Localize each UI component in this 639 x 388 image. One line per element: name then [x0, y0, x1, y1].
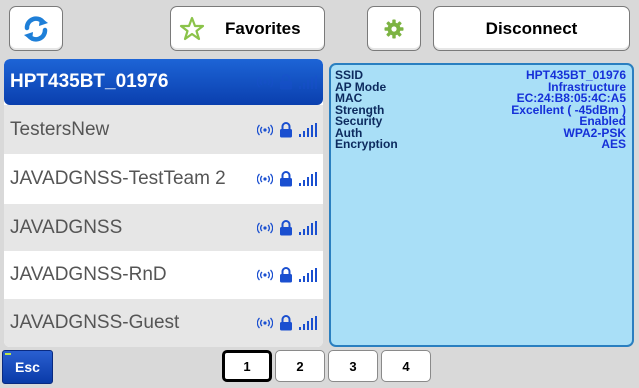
disconnect-button[interactable]: Disconnect — [433, 6, 630, 51]
esc-button[interactable]: Esc — [2, 350, 53, 384]
star-icon — [179, 16, 205, 42]
signal-bars-icon — [299, 316, 317, 330]
network-row[interactable]: JAVADGNSS-Guest — [4, 299, 323, 347]
page-label: 3 — [349, 358, 357, 374]
network-status-icons — [243, 171, 323, 187]
network-status-icons — [243, 74, 323, 90]
lock-icon — [279, 74, 293, 90]
lock-icon — [279, 267, 293, 283]
network-status-icons — [243, 219, 323, 236]
network-name: JAVADGNSS-RnD — [10, 264, 167, 285]
gear-icon — [384, 19, 404, 39]
signal-bars-icon — [299, 268, 317, 282]
network-status-icons — [243, 267, 323, 283]
favorites-label: Favorites — [225, 18, 301, 38]
wifi-broadcast-icon — [257, 222, 273, 234]
page-button-4[interactable]: 4 — [381, 350, 431, 382]
network-name: JAVADGNSS-TestTeam 2 — [10, 168, 226, 189]
network-row[interactable]: JAVADGNSS-TestTeam 2 — [4, 154, 323, 204]
disconnect-label: Disconnect — [485, 18, 578, 38]
network-list: HPT435BT_01976 TestersNew JAVADGNSS-Test… — [4, 59, 323, 347]
signal-bars-icon — [299, 220, 317, 235]
wifi-broadcast-icon — [257, 76, 273, 88]
signal-bars-icon — [299, 75, 317, 89]
lock-icon — [279, 219, 293, 236]
network-details-panel: SSID HPT435BT_01976 AP Mode Infrastructu… — [329, 63, 634, 347]
network-name: JAVADGNSS-Guest — [10, 312, 180, 333]
encryption-value: AES — [601, 137, 626, 151]
network-name: HPT435BT_01976 — [10, 71, 169, 92]
network-status-icons — [243, 315, 323, 331]
signal-bars-icon — [299, 122, 317, 137]
page-button-1[interactable]: 1 — [222, 350, 272, 382]
esc-label: Esc — [15, 359, 40, 375]
network-row[interactable]: JAVADGNSS — [4, 204, 323, 251]
network-row[interactable]: TestersNew — [4, 105, 323, 154]
wifi-broadcast-icon — [257, 173, 273, 185]
network-row[interactable]: JAVADGNSS-RnD — [4, 251, 323, 299]
settings-button[interactable] — [367, 6, 421, 51]
page-label: 2 — [296, 358, 304, 374]
lock-icon — [279, 171, 293, 187]
network-status-icons — [243, 121, 323, 138]
wifi-broadcast-icon — [257, 317, 273, 329]
favorites-button[interactable]: Favorites — [170, 6, 325, 51]
network-name: JAVADGNSS — [10, 216, 123, 238]
esc-indicator — [5, 353, 11, 355]
page-button-3[interactable]: 3 — [328, 350, 378, 382]
network-name: TestersNew — [10, 118, 110, 140]
lock-icon — [279, 121, 293, 138]
wifi-broadcast-icon — [257, 269, 273, 281]
detail-row-encryption: Encryption AES — [335, 137, 626, 151]
encryption-label: Encryption — [335, 137, 398, 151]
signal-bars-icon — [299, 172, 317, 186]
refresh-button[interactable] — [9, 6, 63, 51]
wifi-broadcast-icon — [257, 124, 273, 136]
page-button-2[interactable]: 2 — [275, 350, 325, 382]
lock-icon — [279, 315, 293, 331]
page-label: 4 — [402, 358, 410, 374]
page-label: 1 — [243, 358, 251, 374]
refresh-icon — [21, 14, 51, 44]
network-row[interactable]: HPT435BT_01976 — [4, 59, 323, 105]
